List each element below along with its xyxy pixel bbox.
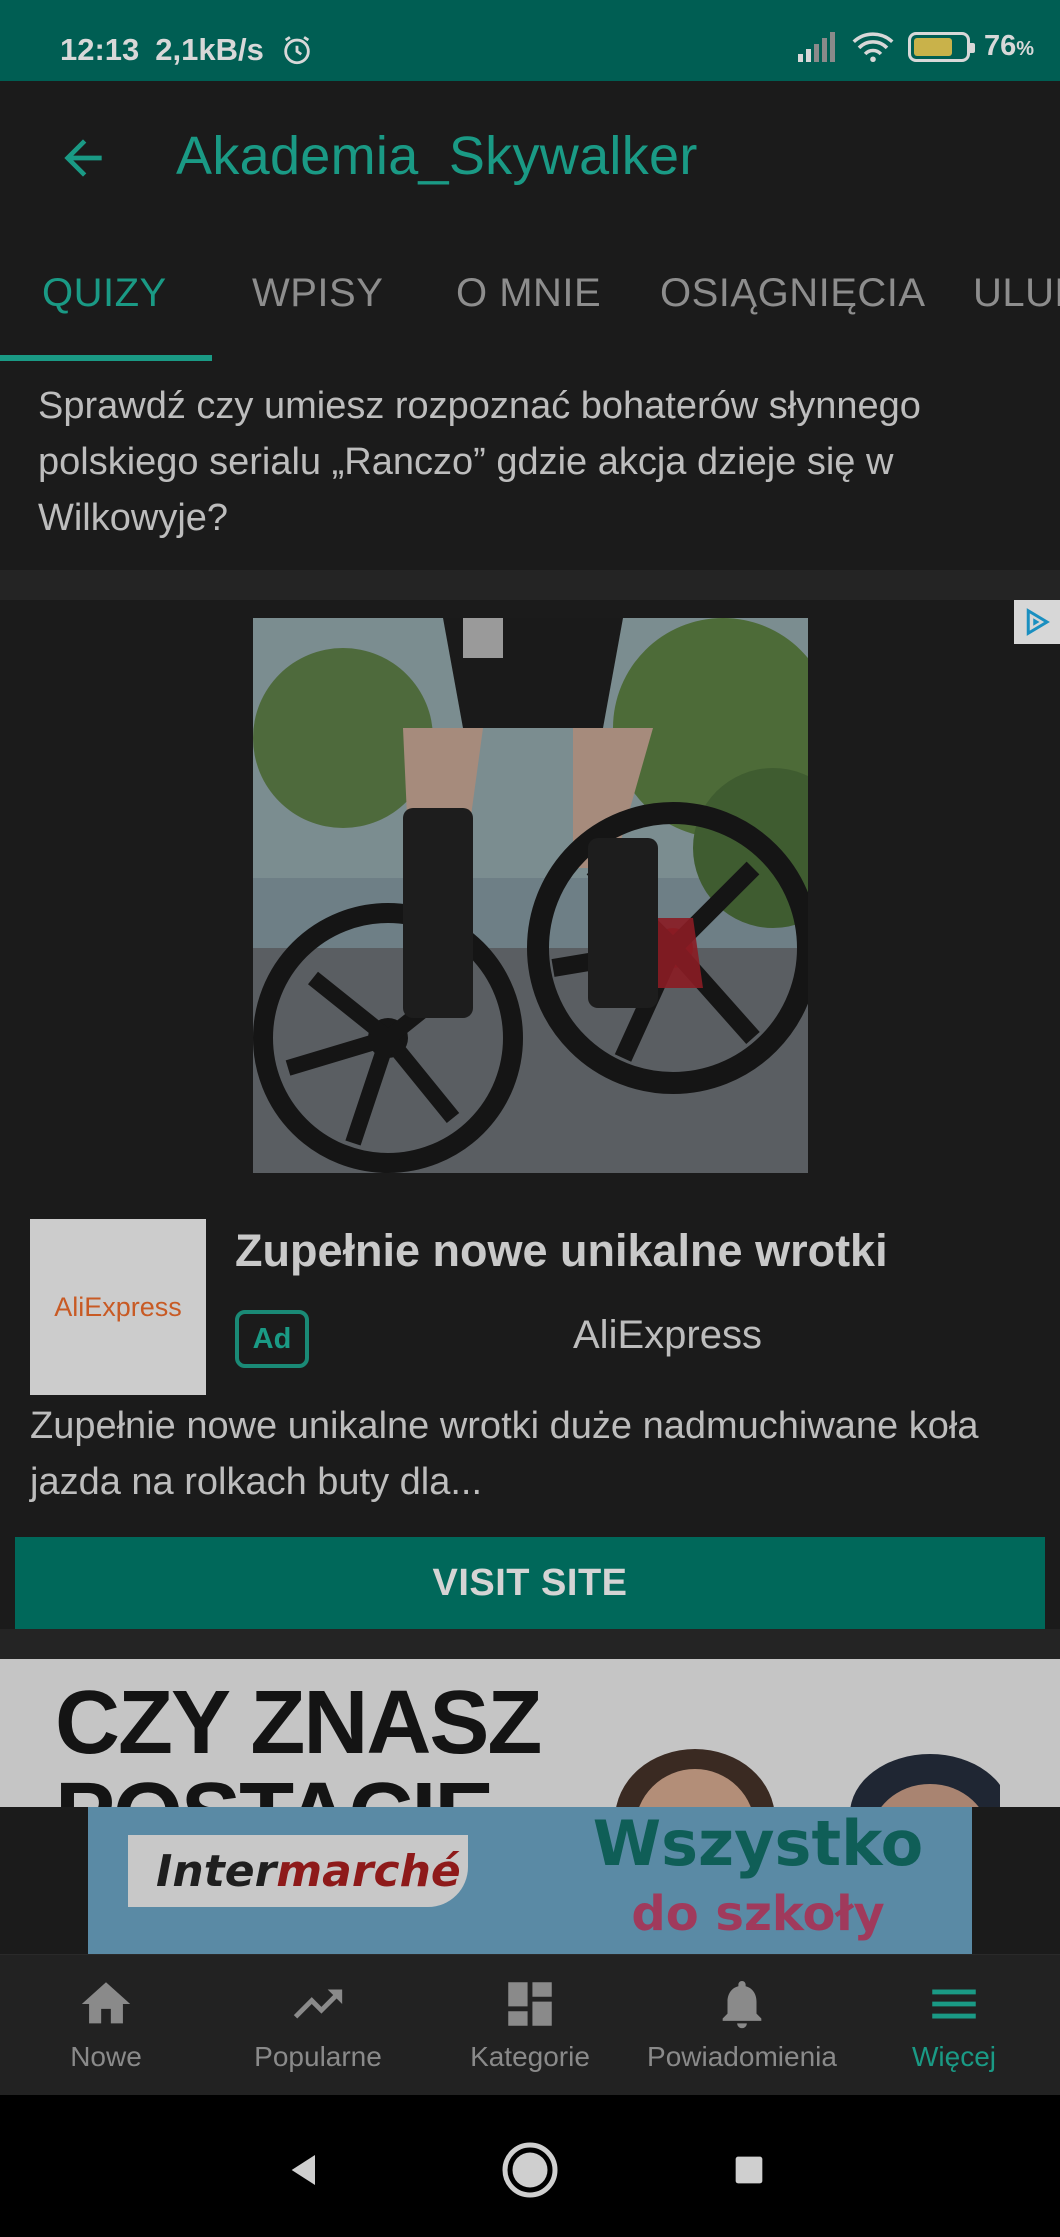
ad-advertiser[interactable]: AliExpress	[573, 1313, 762, 1358]
ad-body-text[interactable]: Zupełnie nowe unikalne wrotki duże nadmu…	[30, 1398, 1030, 1510]
nav-wiecej[interactable]: Więcej	[848, 1955, 1060, 2096]
status-right: 76%	[796, 30, 1034, 63]
nav-label: Więcej	[911, 2041, 996, 2072]
nav-nowe[interactable]: Nowe	[0, 1955, 212, 2096]
battery-icon	[907, 31, 975, 62]
triangle-back-icon	[291, 2155, 315, 2185]
app-bar: Akademia_Skywalker	[0, 81, 1060, 231]
system-home-button[interactable]	[495, 2135, 565, 2205]
wifi-icon	[852, 31, 894, 62]
page-title: Akademia_Skywalker	[176, 126, 698, 186]
tab-wpisy[interactable]: WPISY	[252, 271, 383, 316]
divider	[0, 1629, 1060, 1659]
system-navigation-bar	[0, 2095, 1060, 2237]
quiz-card-image[interactable]: CZY ZNASZ POSTACIE	[0, 1659, 1060, 1807]
ad-headline[interactable]: Zupełnie nowe unikalne wrotki	[235, 1225, 888, 1277]
quiz-card-title: CZY ZNASZ POSTACIE	[55, 1673, 542, 1807]
menu-icon	[932, 1989, 976, 2019]
ad-product-image[interactable]	[253, 618, 808, 1173]
tab-osiagniecia[interactable]: OSIĄGNIĘCIA	[660, 271, 926, 316]
system-back-button[interactable]	[270, 2135, 340, 2205]
tab-ulubione[interactable]: ULUB	[973, 271, 1060, 316]
status-bar: 12:13 2,1kB/s 76%	[0, 0, 1060, 81]
ad-badge: Ad	[235, 1310, 309, 1368]
status-left: 12:13 2,1kB/s	[60, 32, 314, 68]
back-button[interactable]	[50, 125, 116, 191]
signal-icon	[797, 31, 835, 62]
arrow-back-icon	[64, 139, 102, 177]
battery-percent: 76%	[983, 30, 1034, 62]
tab-o-mnie[interactable]: O MNIE	[456, 271, 601, 316]
square-recents-icon	[735, 2156, 763, 2184]
bottom-navigation: Nowe Popularne Kategorie Powiadomienia W…	[0, 1954, 1060, 2095]
dashboard-icon	[508, 1982, 552, 2026]
nav-kategorie[interactable]: Kategorie	[424, 1955, 636, 2096]
bell-icon	[722, 1981, 762, 2029]
profile-tabs: QUIZY WPISY O MNIE OSIĄGNIĘCIA ULUB	[0, 231, 1060, 364]
banner-brand-logo: Inter marché	[128, 1835, 468, 1907]
circle-home-icon	[502, 2142, 558, 2198]
tab-quizy[interactable]: QUIZY	[42, 271, 167, 316]
alarm-icon	[284, 36, 310, 65]
nav-label: Powiadomienia	[647, 2041, 837, 2072]
battery-fill	[913, 37, 952, 56]
adchoices-triangle-icon	[1026, 608, 1050, 636]
quiz-description[interactable]: Sprawdź czy umiesz rozpoznać bohaterów s…	[38, 378, 1028, 546]
nav-label: Kategorie	[470, 2041, 590, 2072]
network-speed: 2,1kB/s	[155, 32, 264, 67]
nav-powiadomienia[interactable]: Powiadomienia	[636, 1955, 848, 2096]
home-icon	[81, 1982, 131, 2024]
nav-popularne[interactable]: Popularne	[212, 1955, 424, 2096]
banner-slogan: Wszystko do szkoły	[592, 1807, 924, 1943]
active-tab-indicator	[0, 355, 212, 361]
banner-ad[interactable]: Inter marché Wszystko do szkoły	[88, 1807, 972, 1954]
divider	[0, 570, 1060, 600]
advertiser-logo[interactable]: AliExpress	[30, 1219, 206, 1395]
clock: 12:13	[60, 32, 140, 67]
quiz-characters-image	[616, 1749, 1000, 1807]
visit-site-button[interactable]: VISIT SITE	[15, 1537, 1045, 1629]
trending-icon	[293, 1989, 343, 2019]
advertiser-logo-text: AliExpress	[54, 1291, 182, 1322]
nav-label: Nowe	[70, 2041, 142, 2072]
roller-skates-image	[253, 618, 808, 1173]
system-recents-button[interactable]	[714, 2135, 784, 2205]
nav-label: Popularne	[254, 2041, 382, 2072]
ad-choices-icon[interactable]	[1014, 600, 1060, 644]
